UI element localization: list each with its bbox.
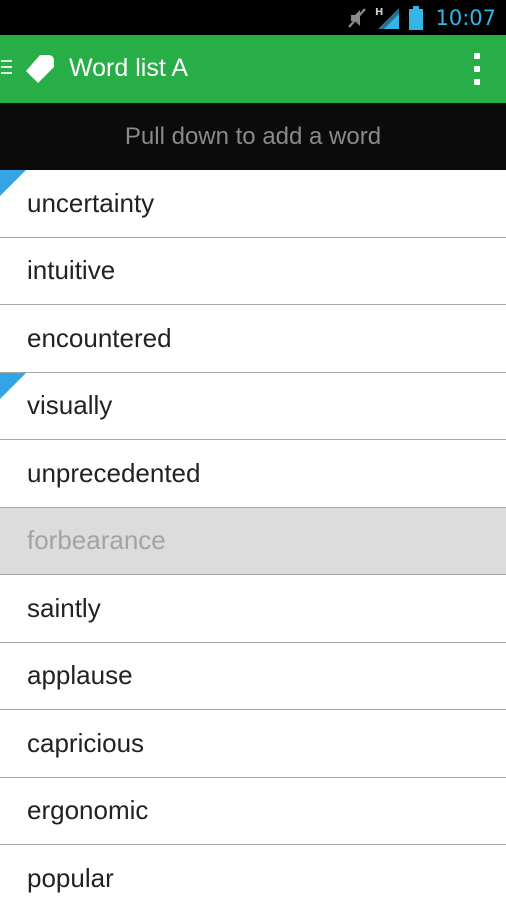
list-item[interactable]: popular (0, 845, 506, 900)
list-item[interactable]: capricious (0, 710, 506, 778)
overflow-dot (474, 66, 480, 72)
overflow-dot (474, 79, 480, 85)
marked-indicator (0, 170, 26, 196)
word-label: applause (27, 660, 133, 691)
word-label: unprecedented (27, 457, 201, 488)
app-logo-icon[interactable] (22, 51, 58, 87)
overflow-menu-button[interactable] (470, 53, 484, 85)
word-label: saintly (27, 592, 101, 623)
list-item[interactable]: ergonomic (0, 777, 506, 845)
word-label: visually (27, 390, 113, 421)
status-time: 10:07 (435, 5, 496, 30)
word-label: encountered (27, 322, 172, 353)
list-item[interactable]: saintly (0, 575, 506, 643)
network-type-label: H (375, 7, 383, 18)
list-item[interactable]: uncertainty (0, 170, 506, 238)
status-bar: H 10:07 (0, 0, 506, 35)
word-label: ergonomic (27, 795, 149, 826)
overflow-dot (474, 53, 480, 59)
list-item[interactable]: applause (0, 642, 506, 710)
list-item-dimmed[interactable]: forbearance (0, 507, 506, 575)
word-label: popular (27, 862, 114, 893)
list-item[interactable]: unprecedented (0, 440, 506, 508)
battery-icon (409, 5, 424, 30)
word-list[interactable]: uncertainty intuitive encountered visual… (0, 170, 506, 900)
marked-indicator (0, 372, 26, 399)
pull-to-add-hint[interactable]: Pull down to add a word (0, 103, 506, 170)
mute-icon (347, 7, 367, 29)
list-item[interactable]: visually (0, 372, 506, 440)
action-bar: Word list A (0, 35, 506, 103)
word-label: capricious (27, 727, 145, 758)
pull-hint-text: Pull down to add a word (124, 122, 382, 150)
list-item[interactable]: encountered (0, 305, 506, 373)
word-label: uncertainty (27, 187, 155, 218)
signal-icon: H (375, 6, 401, 30)
page-title: Word list A (69, 54, 189, 82)
word-label: intuitive (27, 255, 116, 286)
word-label: forbearance (27, 525, 166, 556)
list-item[interactable]: intuitive (0, 237, 506, 305)
drawer-indicator-icon[interactable] (1, 60, 13, 78)
